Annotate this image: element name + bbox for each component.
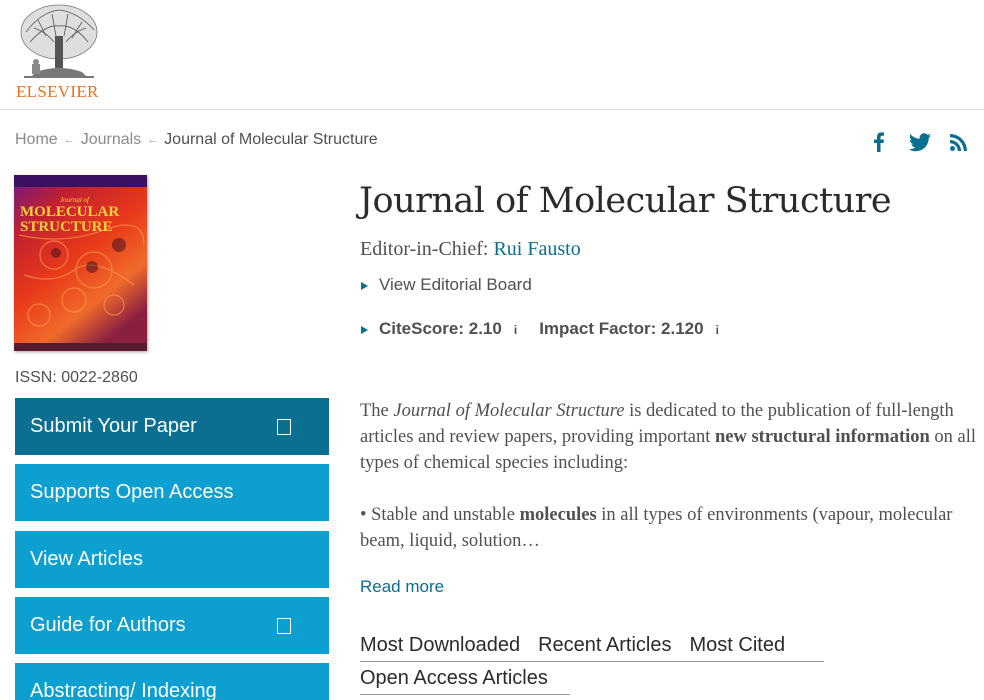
journal-description: The Journal of Molecular Structure is de… xyxy=(360,398,982,554)
elsevier-tree-icon xyxy=(20,4,98,78)
impact-factor: Impact Factor: 2.120 xyxy=(539,319,704,338)
site-header: ELSEVIER xyxy=(0,0,984,110)
nav-button-label: Abstracting/ Indexing xyxy=(30,680,217,700)
editor-in-chief: Editor-in-Chief: Rui Fausto xyxy=(360,238,581,261)
description-paragraph: • Stable and unstable molecules in all t… xyxy=(360,505,953,551)
view-articles-button[interactable]: View Articles xyxy=(15,531,329,588)
nav-button-label: Submit Your Paper xyxy=(30,415,197,437)
nav-button-label: View Articles xyxy=(30,548,144,570)
journal-title: Journal of Molecular Structure xyxy=(359,181,892,221)
journal-metrics[interactable]: CiteScore: 2.10 i Impact Factor: 2.120 i xyxy=(361,319,741,339)
social-links xyxy=(868,131,970,153)
nav-button-label: Supports Open Access xyxy=(30,481,234,503)
editorial-board-label: View Editorial Board xyxy=(379,275,532,294)
journal-cover-image[interactable]: Journal of MOLECULAR STRUCTURE xyxy=(14,175,147,351)
triangle-right-icon xyxy=(361,282,368,290)
cover-title-line2: STRUCTURE xyxy=(20,219,113,235)
issn-text: ISSN: 0022-2860 xyxy=(15,369,138,386)
info-icon[interactable]: i xyxy=(716,323,719,337)
breadcrumb-current: Journal of Molecular Structure xyxy=(164,131,378,148)
elsevier-logo[interactable]: ELSEVIER xyxy=(14,2,104,101)
tab-recent-articles[interactable]: Recent Articles xyxy=(538,634,671,656)
triangle-right-icon xyxy=(361,326,368,334)
rss-icon[interactable] xyxy=(948,131,970,153)
info-icon[interactable]: i xyxy=(514,323,517,337)
tab-open-access-articles[interactable]: Open Access Articles xyxy=(360,667,570,695)
editor-name-link[interactable]: Rui Fausto xyxy=(493,238,580,260)
breadcrumb-separator-icon: ← xyxy=(147,134,159,146)
external-link-icon xyxy=(277,419,291,435)
svg-text:Journal of: Journal of xyxy=(60,196,90,204)
breadcrumb-separator-icon: ← xyxy=(63,134,75,146)
cover-title-line1: MOLECULAR xyxy=(20,204,119,220)
editor-label: Editor-in-Chief: xyxy=(360,238,494,260)
external-link-icon xyxy=(277,618,291,634)
breadcrumb-journals-link[interactable]: Journals xyxy=(81,131,141,148)
facebook-icon[interactable] xyxy=(868,131,890,153)
tab-most-downloaded[interactable]: Most Downloaded xyxy=(360,634,520,656)
nav-button-label: Guide for Authors xyxy=(30,614,186,636)
read-more-link[interactable]: Read more xyxy=(360,577,444,597)
supports-open-access-button[interactable]: Supports Open Access xyxy=(15,464,329,521)
breadcrumb: Home ← Journals ← Journal of Molecular Struc… xyxy=(15,131,378,149)
elsevier-wordmark: ELSEVIER xyxy=(16,82,99,101)
submit-your-paper-button[interactable]: Submit Your Paper xyxy=(15,398,329,455)
article-tabs-row: Most Downloaded Recent Articles Most Cited xyxy=(360,634,824,662)
citescore: CiteScore: 2.10 xyxy=(379,319,502,338)
article-tabs: Most Downloaded Recent Articles Most Cited… xyxy=(360,634,824,695)
breadcrumb-home-link[interactable]: Home xyxy=(15,131,58,148)
description-paragraph: The Journal of Molecular Structure is de… xyxy=(360,401,977,473)
view-editorial-board-link[interactable]: View Editorial Board xyxy=(361,275,532,295)
tab-most-cited[interactable]: Most Cited xyxy=(689,634,785,656)
twitter-icon[interactable] xyxy=(908,131,931,153)
abstracting-indexing-button[interactable]: Abstracting/ Indexing xyxy=(15,663,329,700)
guide-for-authors-button[interactable]: Guide for Authors xyxy=(15,597,329,654)
